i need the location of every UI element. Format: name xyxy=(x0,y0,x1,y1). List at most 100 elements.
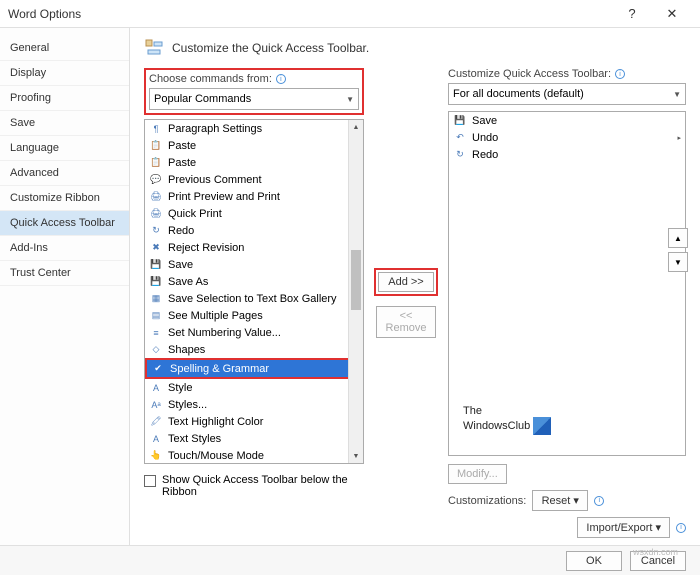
list-item[interactable]: ▤See Multiple Pages xyxy=(145,307,363,324)
list-item[interactable]: 👆Touch/Mouse Mode▸ xyxy=(145,447,363,463)
list-item[interactable]: 💾Save xyxy=(145,256,363,273)
remove-button[interactable]: << Remove xyxy=(376,306,436,338)
main-area: GeneralDisplayProofingSaveLanguageAdvanc… xyxy=(0,28,700,545)
import-export-button[interactable]: Import/Export ▾ xyxy=(577,517,670,538)
add-button[interactable]: Add >> xyxy=(378,272,434,292)
ok-button[interactable]: OK xyxy=(566,551,622,571)
item-icon: 👆 xyxy=(149,449,163,463)
sidebar-item-customize-ribbon[interactable]: Customize Ribbon xyxy=(0,186,129,211)
list-item[interactable]: 💬 Previous Comment xyxy=(145,171,363,188)
sidebar-item-quick-access-toolbar[interactable]: Quick Access Toolbar xyxy=(0,211,129,236)
info-icon[interactable]: i xyxy=(676,523,686,533)
info-icon[interactable]: i xyxy=(594,496,604,506)
sidebar-item-trust-center[interactable]: Trust Center xyxy=(0,261,129,286)
qat-listbox[interactable]: 💾Save↶Undo▸↻Redo The WindowsClub xyxy=(448,111,686,456)
item-label: Previous Comment xyxy=(168,174,359,186)
list-item[interactable]: ↻Redo xyxy=(145,222,363,239)
list-item[interactable]: ≡Set Numbering Value... xyxy=(145,324,363,341)
scroll-down-icon[interactable]: ▼ xyxy=(349,449,363,463)
item-icon: 💾 xyxy=(453,114,467,128)
list-item[interactable]: ↶Undo▸ xyxy=(449,129,685,146)
item-label: Quick Print xyxy=(168,208,359,220)
list-item[interactable]: 🖍Text Highlight Color▸ xyxy=(145,413,363,430)
customize-qat-label: Customize Quick Access Toolbar: i xyxy=(448,68,686,80)
list-item[interactable]: AStyle▾ xyxy=(145,379,363,396)
item-label: Paste xyxy=(168,140,359,152)
item-icon: ↻ xyxy=(149,224,163,238)
reset-button[interactable]: Reset ▾ xyxy=(532,490,588,511)
list-item[interactable]: 🖨Print Preview and Print xyxy=(145,188,363,205)
item-label: Text Highlight Color xyxy=(168,416,350,428)
item-icon: 🖨 xyxy=(149,207,163,221)
choose-commands-label: Choose commands from: i xyxy=(149,73,359,85)
sidebar-item-proofing[interactable]: Proofing xyxy=(0,86,129,111)
item-label: Paragraph Settings xyxy=(168,123,359,135)
item-label: Save As xyxy=(168,276,359,288)
info-icon[interactable]: i xyxy=(276,74,286,84)
scrollbar[interactable]: ▲ ▼ xyxy=(348,120,363,463)
item-label: Styles... xyxy=(168,399,359,411)
help-button[interactable]: ? xyxy=(612,0,652,28)
list-item[interactable]: 📋Paste▸ xyxy=(145,154,363,171)
info-icon[interactable]: i xyxy=(615,69,625,79)
list-item[interactable]: 💾Save As xyxy=(145,273,363,290)
list-item[interactable]: AText Styles▸ xyxy=(145,430,363,447)
item-icon: 💬 xyxy=(149,173,163,187)
item-icon: 🖍 xyxy=(149,415,163,429)
list-item[interactable]: ¶ Paragraph Settings xyxy=(145,120,363,137)
sidebar-item-add-ins[interactable]: Add-Ins xyxy=(0,236,129,261)
item-label: Redo xyxy=(472,149,681,161)
move-down-button[interactable]: ▼ xyxy=(668,252,688,272)
list-item[interactable]: 📋 Paste xyxy=(145,137,363,154)
sidebar-item-general[interactable]: General xyxy=(0,36,129,61)
customize-icon xyxy=(144,38,164,58)
list-item[interactable]: ↻Redo xyxy=(449,146,685,163)
sidebar-item-advanced[interactable]: Advanced xyxy=(0,161,129,186)
scroll-up-icon[interactable]: ▲ xyxy=(349,120,363,134)
right-column: Customize Quick Access Toolbar: i For al… xyxy=(448,68,686,538)
item-label: Paste xyxy=(168,157,350,169)
page-title: Customize the Quick Access Toolbar. xyxy=(172,41,369,55)
move-up-button[interactable]: ▲ xyxy=(668,228,688,248)
list-item[interactable]: Aᵃ Styles... xyxy=(145,396,363,413)
item-label: Shapes xyxy=(168,344,350,356)
item-icon: 🖨 xyxy=(149,190,163,204)
highlight-choose-commands: Choose commands from: i Popular Commands… xyxy=(144,68,364,115)
item-icon: Aᵃ xyxy=(149,398,163,412)
item-icon: 📋 xyxy=(149,139,163,153)
list-item[interactable]: ✖Reject Revision xyxy=(145,239,363,256)
commands-listbox[interactable]: ¶Paragraph Settings📋Paste📋Paste▸💬Previou… xyxy=(144,119,364,464)
list-item[interactable]: ✔Spelling & Grammar xyxy=(147,360,361,377)
choose-commands-select[interactable]: Popular Commands ▼ xyxy=(149,88,359,110)
close-button[interactable]: ✕ xyxy=(652,0,692,28)
customize-qat-select[interactable]: For all documents (default) ▼ xyxy=(448,83,686,105)
customizations-label: Customizations: xyxy=(448,495,526,507)
sidebar-item-language[interactable]: Language xyxy=(0,136,129,161)
item-icon: ✖ xyxy=(149,241,163,255)
sidebar-item-save[interactable]: Save xyxy=(0,111,129,136)
source-watermark: wsxdn.com xyxy=(633,547,678,557)
sidebar-item-display[interactable]: Display xyxy=(0,61,129,86)
list-item[interactable]: ▦Save Selection to Text Box Gallery xyxy=(145,290,363,307)
item-label: Save Selection to Text Box Gallery xyxy=(168,293,359,305)
modify-button[interactable]: Modify... xyxy=(448,464,507,484)
item-icon: 💾 xyxy=(149,258,163,272)
item-icon: ¶ xyxy=(149,122,163,136)
list-item[interactable]: 💾 Save xyxy=(449,112,685,129)
show-below-ribbon-row: Show Quick Access Toolbar below the Ribb… xyxy=(144,474,364,498)
dialog-footer: OK Cancel xyxy=(0,545,700,575)
window-title: Word Options xyxy=(8,7,612,21)
content: Customize the Quick Access Toolbar. Choo… xyxy=(130,28,700,545)
item-label: Touch/Mouse Mode xyxy=(168,450,350,462)
show-below-ribbon-checkbox[interactable] xyxy=(144,475,156,487)
scroll-thumb[interactable] xyxy=(351,250,361,310)
list-item[interactable]: ◇Shapes▸ xyxy=(145,341,363,358)
item-label: Spelling & Grammar xyxy=(170,363,357,375)
submenu-icon: ▸ xyxy=(677,134,681,142)
item-icon: A xyxy=(149,381,163,395)
list-item[interactable]: 🖨 Quick Print xyxy=(145,205,363,222)
item-icon: ◇ xyxy=(149,343,163,357)
item-label: Save xyxy=(472,115,681,127)
middle-column: Add >> << Remove xyxy=(376,68,436,538)
highlight-add: Add >> xyxy=(374,268,438,296)
